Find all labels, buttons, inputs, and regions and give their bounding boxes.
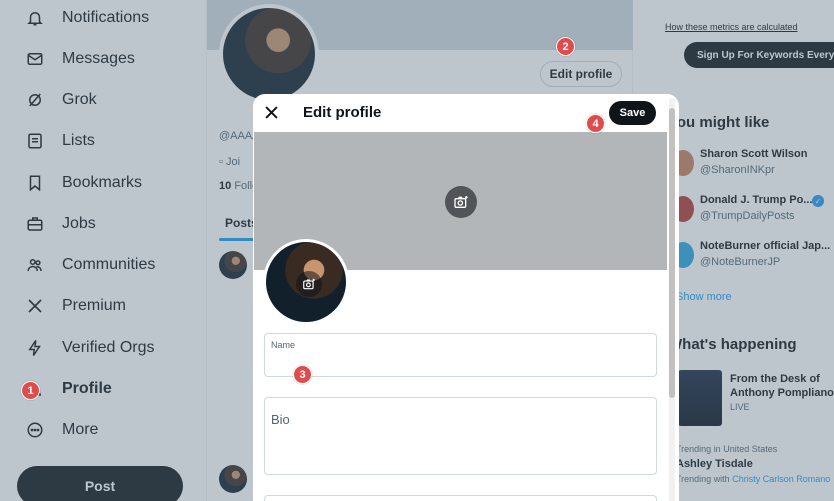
step-badge: 3 [293, 365, 312, 384]
modal-title: Edit profile [303, 104, 382, 121]
location-field[interactable] [264, 495, 657, 501]
add-photo-icon[interactable] [445, 186, 477, 218]
step-badge: 4 [586, 114, 605, 133]
step-badge: 1 [21, 381, 40, 400]
close-icon[interactable] [261, 102, 281, 122]
modal-header: Edit profile Save [253, 94, 679, 132]
add-photo-icon[interactable] [296, 271, 322, 297]
bio-field[interactable]: Bio [264, 397, 657, 475]
name-field[interactable]: Name [264, 333, 657, 377]
step-badge: 2 [556, 37, 575, 56]
name-label: Name [271, 340, 296, 350]
edit-profile-modal: Edit profile Save Name Bio [253, 94, 679, 501]
profile-avatar-editor[interactable] [263, 239, 349, 325]
bio-label: Bio [271, 412, 290, 427]
save-button[interactable]: Save [609, 101, 656, 125]
modal-scrollbar-thumb[interactable] [669, 108, 675, 398]
